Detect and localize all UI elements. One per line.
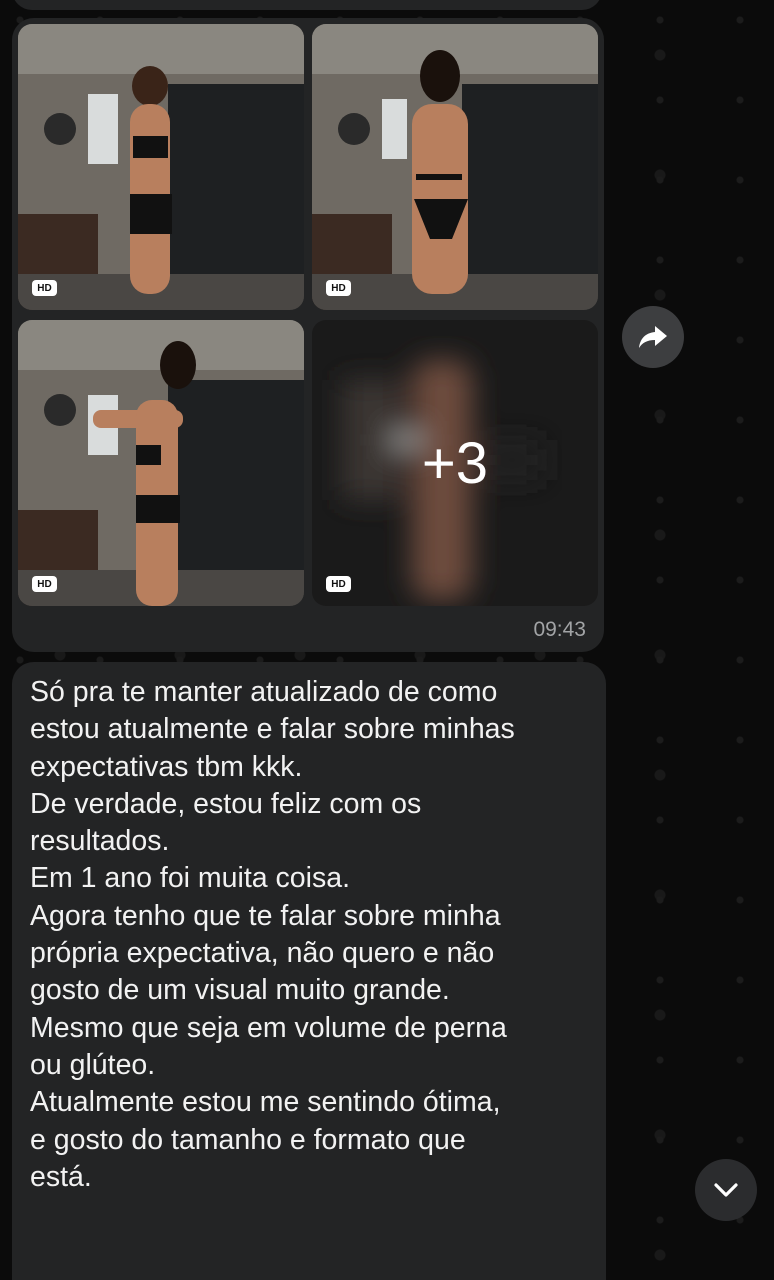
scroll-to-bottom-button[interactable] [695, 1159, 757, 1221]
hd-badge: HD [32, 576, 57, 592]
text-message-bubble[interactable]: Só pra te manter atualizado de como esto… [12, 662, 606, 1280]
more-photos-thumbnail[interactable]: +3 HD [312, 320, 598, 606]
message-timestamp: 09:43 [533, 618, 586, 641]
more-photos-count: +3 [421, 430, 489, 496]
hd-badge: HD [32, 280, 57, 296]
chevron-down-icon [714, 1183, 738, 1197]
previous-message-bubble [12, 0, 602, 10]
photo-thumbnail[interactable]: HD [18, 320, 304, 606]
message-text: Só pra te manter atualizado de como esto… [30, 676, 515, 1193]
hd-badge: HD [326, 576, 351, 592]
forward-button[interactable] [622, 306, 684, 368]
photo-thumbnail[interactable]: HD [18, 24, 304, 310]
media-album-message[interactable]: HD HD HD +3 HD 09:43 [12, 18, 604, 652]
forward-arrow-icon [639, 326, 667, 348]
photo-thumbnail[interactable]: HD [312, 24, 598, 310]
hd-badge: HD [326, 280, 351, 296]
